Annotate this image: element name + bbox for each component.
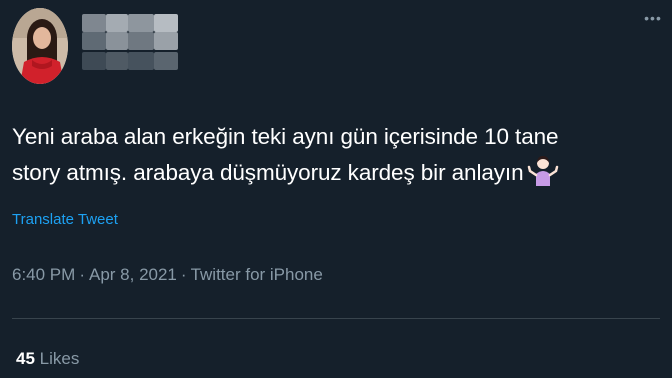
tweet-text-line-1: Yeni araba alan erkeğin teki aynı gün iç… (12, 124, 559, 149)
tweet-source[interactable]: Twitter for iPhone (191, 265, 323, 284)
likes-count: 45 (16, 349, 35, 368)
translate-tweet-link[interactable]: Translate Tweet (12, 211, 118, 228)
likes-label: Likes (39, 349, 80, 368)
tweet-date[interactable]: Apr 8, 2021 (89, 265, 177, 284)
tweet-metadata: 6:40 PM · Apr 8, 2021 · Twitter for iPhone (12, 265, 323, 285)
profile-photo-icon (12, 8, 68, 84)
tweet-text-line-2-text: story atmış. arabaya düşmüyoruz kardeş b… (12, 160, 524, 185)
tweet-time[interactable]: 6:40 PM (12, 265, 75, 284)
avatar[interactable] (12, 8, 68, 84)
separator: · (180, 265, 187, 284)
divider (12, 318, 660, 319)
more-options-icon[interactable]: ••• (644, 11, 662, 25)
woman-shrugging-emoji-icon (527, 154, 559, 186)
likes-stat[interactable]: 45 Likes (16, 349, 79, 369)
tweet-text-line-2: story atmış. arabaya düşmüyoruz kardeş b… (12, 154, 662, 190)
tweet-text: Yeni araba alan erkeğin teki aynı gün iç… (12, 120, 662, 190)
separator: · (79, 265, 85, 284)
tweet-card: ••• Yeni araba alan erkeğin teki aynı gü… (0, 0, 672, 378)
author-name-obscured (82, 14, 180, 72)
